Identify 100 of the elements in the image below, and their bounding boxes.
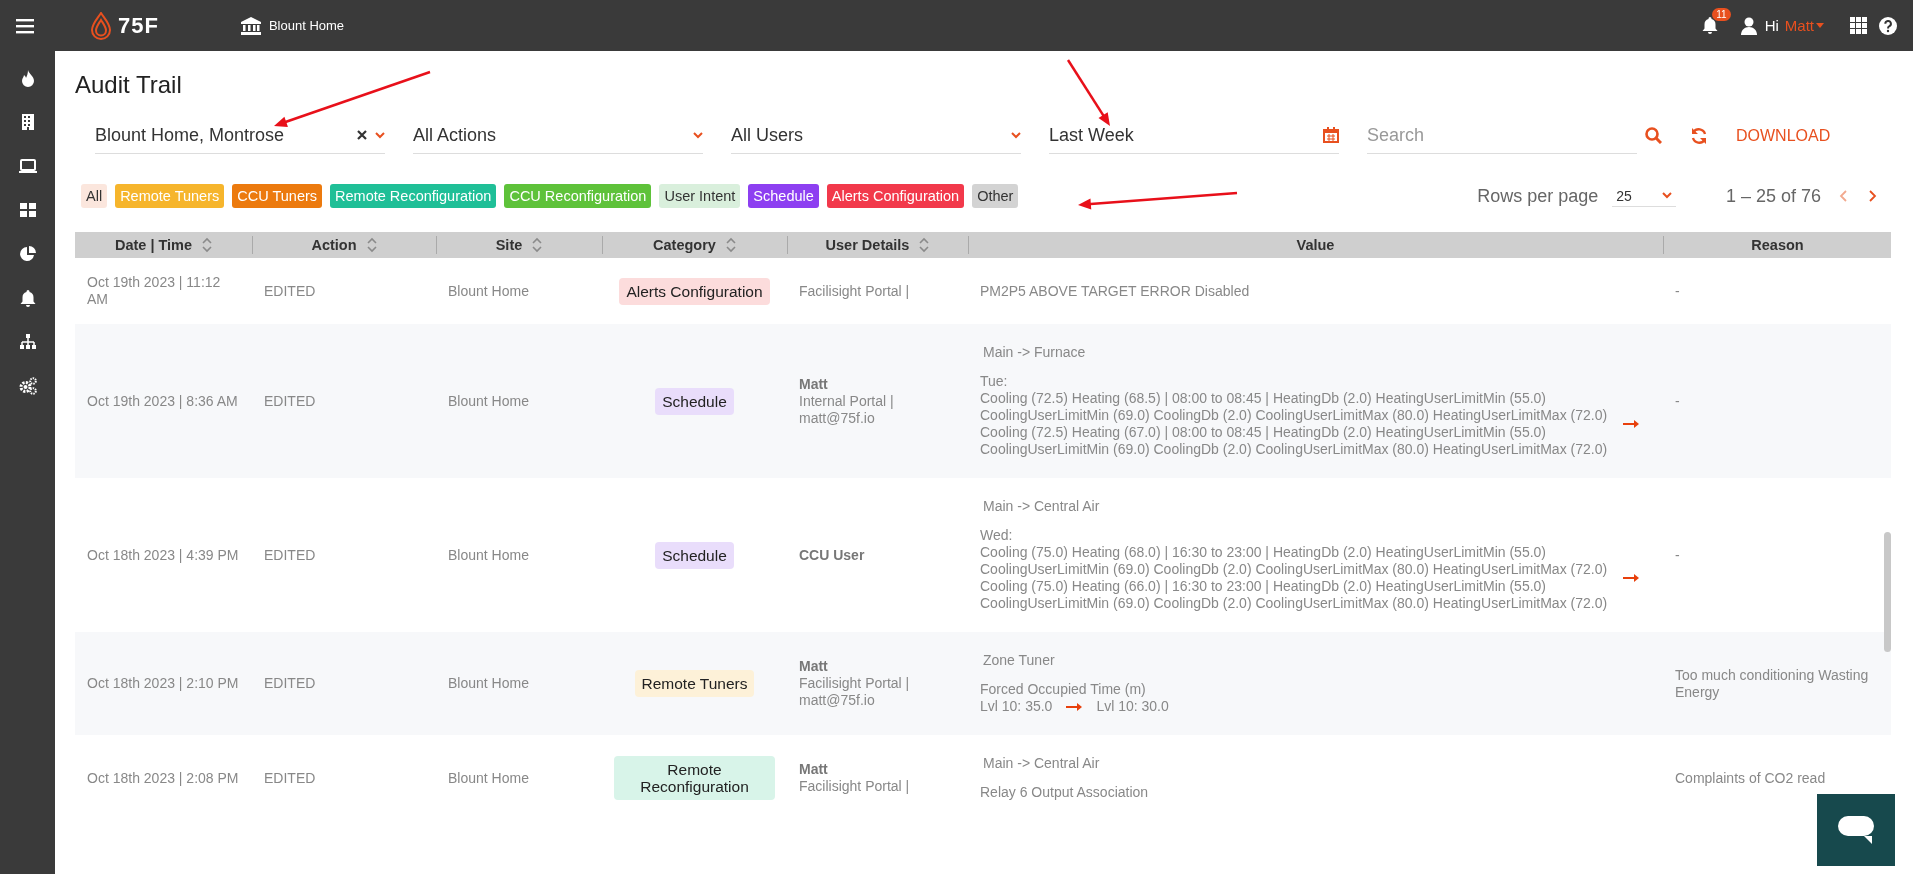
change-arrow-icon xyxy=(1066,702,1083,711)
reason-text: - xyxy=(1675,546,1680,564)
bell-icon[interactable] xyxy=(1700,16,1719,35)
column-header[interactable]: Category xyxy=(602,232,787,258)
value-label: Relay 6 Output Association xyxy=(980,784,1149,801)
user-name: CCU User xyxy=(799,546,865,564)
action-text: EDITED xyxy=(264,675,316,692)
gears-icon[interactable] xyxy=(18,377,37,395)
new-value-text: Cooling (75.0) Heating (66.0) | 16:30 to 23:00 | HeatingDb (2.0) HeatingUserLimitMin (55.0) CoolingUserLimitMin (69.0) CoolingDb (2.0) CoolingUserLimitMax (80.0) HeatingUserLimitMax (72.0) xyxy=(980,578,1608,612)
value-text: PM2P5 ABOVE TARGET ERROR Disabled xyxy=(980,282,1250,300)
bell-icon[interactable] xyxy=(18,289,37,307)
droplet-logo-icon xyxy=(90,11,112,40)
site-text: Blount Home xyxy=(448,546,529,564)
old-value-text: Lvl 10: 35.0 xyxy=(980,698,1053,715)
value-label: Tue: xyxy=(980,373,1008,390)
dashboard-icon[interactable] xyxy=(18,201,37,219)
category-tag: Remote Reconfiguration xyxy=(614,756,775,800)
pie-chart-icon[interactable] xyxy=(18,245,37,263)
site-text: Blount Home xyxy=(448,769,529,787)
user-name: Matt xyxy=(799,375,828,393)
logo-text: 75F xyxy=(118,12,159,39)
category-filter-chip[interactable]: All xyxy=(81,184,108,208)
reason-text: - xyxy=(1675,282,1680,300)
column-header[interactable]: User Details xyxy=(787,232,968,258)
caret-icon xyxy=(1816,23,1824,28)
value-heading: Main -> Central Air xyxy=(982,755,1100,772)
caret-icon xyxy=(693,131,703,139)
laptop-icon[interactable] xyxy=(18,157,37,175)
old-value-text: Cooling (72.5) Heating (68.5) | 08:00 to 08:45 | HeatingDb (2.0) HeatingUserLimitMin (55.0) CoolingUserLimitMin (69.0) CoolingDb (2.0) CoolingUserLimitMax (80.0) HeatingUserLimitMax (72.0) xyxy=(980,390,1608,424)
sitemap-icon[interactable] xyxy=(18,333,37,351)
download-link[interactable]: DOWNLOAD xyxy=(1730,125,1837,146)
caret-icon xyxy=(375,131,385,139)
date-time-text: Oct 18th 2023 | 2:08 PM xyxy=(87,769,239,787)
chevron-right-icon xyxy=(1869,190,1877,202)
user-name: Matt xyxy=(799,761,828,778)
site-name: Blount Home xyxy=(268,18,345,33)
action-text: EDITED xyxy=(264,769,316,787)
help-icon[interactable] xyxy=(1879,16,1897,35)
annotation-arrow xyxy=(1066,59,1110,126)
value-label: Wed: xyxy=(980,527,1013,544)
building-columns-icon xyxy=(240,16,261,35)
old-value-text: Cooling (75.0) Heating (68.0) | 16:30 to 23:00 | HeatingDb (2.0) HeatingUserLimitMin (55.0) CoolingUserLimitMin (69.0) CoolingDb (2.0) CoolingUserLimitMax (80.0) HeatingUserLimitMax (72.0) xyxy=(980,544,1608,578)
apps-grid-icon[interactable] xyxy=(1850,17,1867,34)
category-filter-chip[interactable]: Other xyxy=(972,184,1019,208)
category-filter-chip[interactable]: Alerts Configuration xyxy=(826,184,965,208)
rows-per-page-label: Rows per page xyxy=(1477,185,1599,207)
category-tag: Schedule xyxy=(655,541,734,569)
column-header: Reason xyxy=(1663,232,1891,258)
calendar-icon[interactable] xyxy=(1323,127,1339,143)
site-text: Blount Home xyxy=(448,282,529,300)
value-heading: Main -> Central Air xyxy=(982,498,1100,515)
user-icon[interactable] xyxy=(1740,16,1757,35)
column-header[interactable]: Site xyxy=(436,232,602,258)
value-heading: Zone Tuner xyxy=(982,652,1055,669)
category-tag: Schedule xyxy=(655,387,734,415)
change-arrow-icon xyxy=(1623,574,1640,582)
column-header[interactable]: Action xyxy=(252,232,436,258)
filter-select[interactable]: All Users xyxy=(731,117,1021,154)
pagination-range: 1 – 25 of 76 xyxy=(1725,185,1821,207)
site-text: Blount Home xyxy=(448,675,529,692)
reason-text: - xyxy=(1675,392,1680,410)
category-filter-chip[interactable]: Schedule xyxy=(748,184,819,208)
filter-select[interactable]: All Actions xyxy=(413,117,703,154)
chat-bubble-icon xyxy=(1836,814,1876,846)
date-time-text: Oct 19th 2023 | 11:12 AM xyxy=(87,274,222,308)
caret-icon xyxy=(1661,192,1672,199)
user-portal-text: Facilisight Portal | xyxy=(799,675,910,692)
scrollbar-thumb[interactable] xyxy=(1884,532,1891,652)
refresh-icon[interactable] xyxy=(1690,126,1708,145)
new-value-text: Lvl 10: 30.0 xyxy=(1096,698,1169,715)
category-tag: Remote Tuners xyxy=(634,670,755,697)
category-filter-chip[interactable]: User Intent xyxy=(659,184,741,208)
reason-text: Too much conditioning Wasting Energy xyxy=(1675,666,1870,701)
clear-icon[interactable] xyxy=(357,130,367,140)
chat-button[interactable] xyxy=(1817,794,1895,866)
date-time-text: Oct 18th 2023 | 4:39 PM xyxy=(87,546,239,564)
greeting-text: Hi xyxy=(1764,17,1779,34)
user-email-text: matt@75f.io xyxy=(799,409,875,427)
user-portal-text: Facilisight Portal | xyxy=(799,282,910,300)
user-portal-text: Facilisight Portal | xyxy=(799,778,910,795)
user-portal-text: Internal Portal | xyxy=(799,392,894,410)
column-header[interactable]: Date | Time xyxy=(75,232,252,258)
search-icon[interactable] xyxy=(1645,127,1662,144)
user-email-text: matt@75f.io xyxy=(799,692,875,709)
site-text: Blount Home xyxy=(448,392,529,410)
menu-icon[interactable] xyxy=(16,17,34,34)
action-text: EDITED xyxy=(264,392,316,410)
rows-per-page-select[interactable]: 25 xyxy=(1612,185,1676,207)
action-text: EDITED xyxy=(264,546,316,564)
reason-text: Complaints of CO2 read xyxy=(1675,769,1826,787)
date-time-text: Oct 18th 2023 | 2:10 PM xyxy=(87,675,239,692)
notification-badge: 11 xyxy=(1712,8,1731,21)
search-field[interactable]: Search xyxy=(1367,117,1637,154)
new-value-text: Cooling (72.5) Heating (67.0) | 08:00 to 08:45 | HeatingDb (2.0) HeatingUserLimitMin (55.0) CoolingUserLimitMin (69.0) CoolingDb (2.0) CoolingUserLimitMax (80.0) HeatingUserLimitMax (72.0) xyxy=(980,424,1608,458)
action-text: EDITED xyxy=(264,282,316,300)
chevron-left-icon xyxy=(1839,190,1847,202)
caret-icon xyxy=(1011,131,1021,139)
page-title: Audit Trail xyxy=(75,71,182,99)
value-heading: Main -> Furnace xyxy=(982,344,1086,361)
date-time-text: Oct 19th 2023 | 8:36 AM xyxy=(87,392,238,410)
